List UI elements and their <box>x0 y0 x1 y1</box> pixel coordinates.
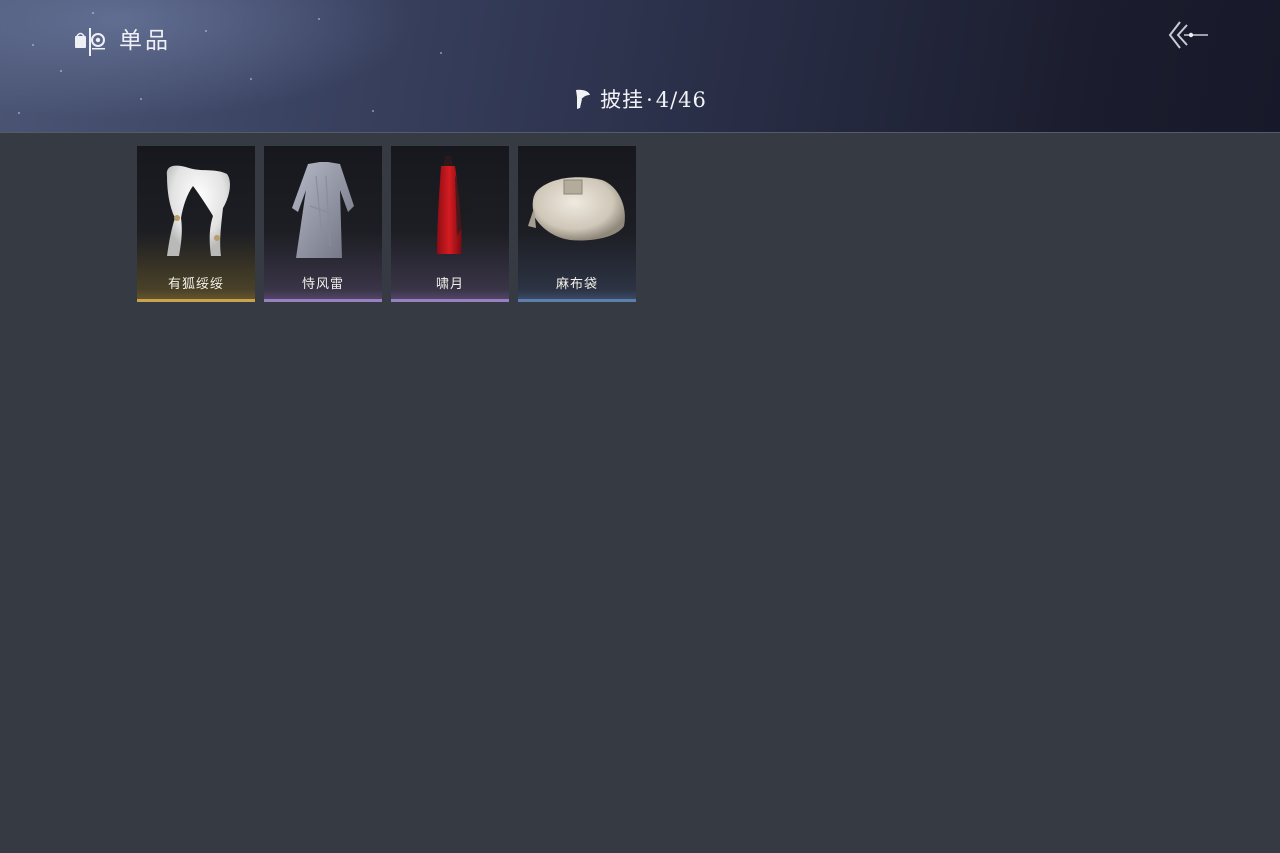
item-card-youhu[interactable]: 有狐绥绥 <box>137 146 255 302</box>
section-name: 披挂 <box>600 88 645 112</box>
red-cape-icon <box>437 156 475 254</box>
rarity-bar <box>264 299 382 302</box>
item-card-xiaoyue[interactable]: 啸月 <box>391 146 509 302</box>
top-header: 单品 披挂·4/46 <box>0 0 1280 133</box>
item-count: 4/46 <box>655 88 707 112</box>
item-name: 有狐绥绥 <box>167 277 224 292</box>
cape-icon <box>576 89 591 109</box>
section-title: 披挂·4/46 <box>0 85 1280 115</box>
grey-robe-icon <box>292 162 354 258</box>
section-separator: · <box>646 88 654 112</box>
rarity-bar <box>518 299 636 302</box>
rarity-bar <box>391 299 509 302</box>
item-name: 麻布袋 <box>555 277 598 292</box>
white-fur-scarf-icon <box>166 165 230 256</box>
back-arrow-icon <box>1168 21 1208 49</box>
item-card-mabudai[interactable]: 麻布袋 <box>518 146 636 302</box>
item-name: 啸月 <box>435 277 464 292</box>
rarity-bar <box>137 299 255 302</box>
category-title: 单品 <box>119 28 171 54</box>
item-name: 恃风雷 <box>301 277 344 292</box>
item-card-shifenglei[interactable]: 恃风雷 <box>264 146 382 302</box>
burlap-sack-icon <box>528 177 625 241</box>
wardrobe-icon <box>74 26 108 58</box>
back-button[interactable] <box>1166 18 1212 52</box>
